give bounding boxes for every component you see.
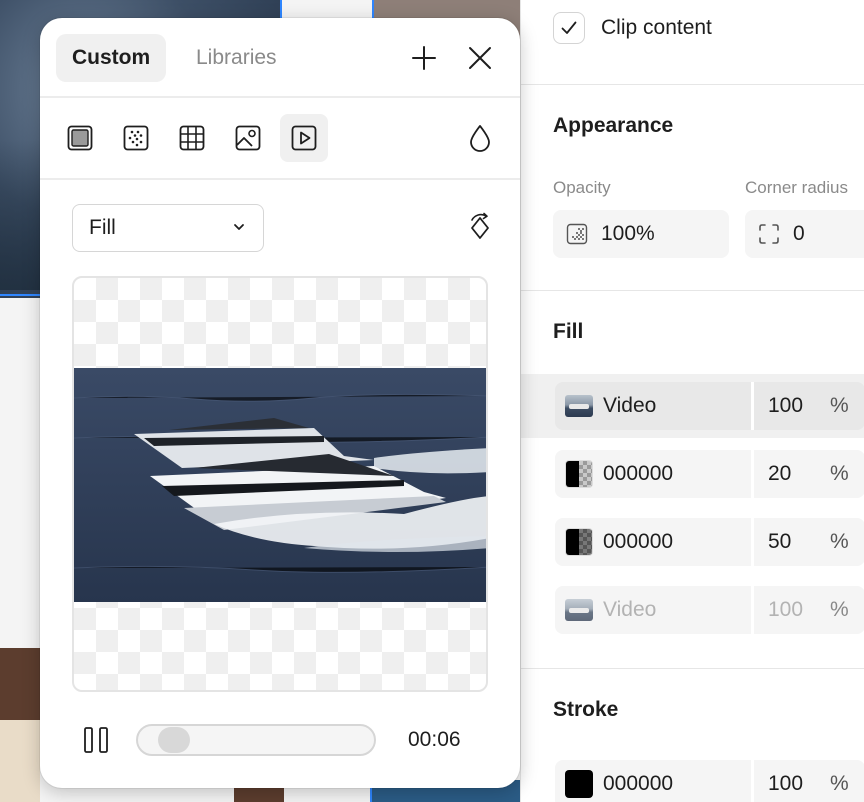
drop-icon xyxy=(470,125,490,152)
fill-row-main[interactable]: Video xyxy=(555,586,751,634)
appearance-section-title: Appearance xyxy=(553,114,674,137)
clip-content-label: Clip content xyxy=(601,16,712,39)
video-frame xyxy=(74,368,486,602)
scale-mode-select[interactable]: Fill xyxy=(72,204,264,252)
solid-fill-button[interactable] xyxy=(56,114,104,162)
percent-symbol: % xyxy=(830,394,849,417)
playback-controls: 00:06 xyxy=(40,708,520,772)
divider xyxy=(40,178,520,180)
opacity-label: Opacity xyxy=(553,178,611,197)
fill-row-main[interactable]: Video xyxy=(555,382,751,430)
close-button[interactable] xyxy=(460,38,500,78)
add-style-button[interactable] xyxy=(404,38,444,78)
scale-mode-value: Fill xyxy=(89,216,116,239)
close-icon xyxy=(469,47,491,69)
chevron-down-icon xyxy=(234,224,244,230)
stroke-section-title: Stroke xyxy=(553,698,619,721)
color-swatch-icon[interactable] xyxy=(565,770,593,798)
divider xyxy=(40,96,520,98)
fill-picker-popover: Custom Libraries Fill 00:06 xyxy=(40,18,520,788)
checkmark-icon xyxy=(561,21,577,34)
clip-content-row: Clip content xyxy=(553,12,712,44)
clip-content-checkbox[interactable] xyxy=(553,12,585,44)
video-fill-icon xyxy=(291,125,317,151)
pattern-fill-button[interactable] xyxy=(168,114,216,162)
opacity-icon xyxy=(566,223,588,245)
fill-opacity-value: 20 xyxy=(768,462,792,485)
pattern-fill-icon xyxy=(179,125,205,151)
fill-opacity-field[interactable]: 100 % xyxy=(754,382,864,430)
divider xyxy=(521,84,864,85)
fill-row-main[interactable]: 000000 xyxy=(555,450,751,498)
percent-symbol: % xyxy=(830,598,849,621)
solid-fill-icon xyxy=(67,125,93,151)
fill-opacity-field[interactable]: 100 % xyxy=(754,586,864,634)
scrubber-thumb[interactable] xyxy=(158,727,190,753)
opacity-field[interactable]: 100% xyxy=(553,210,729,258)
fill-row-name: 000000 xyxy=(603,462,674,485)
selection-outline xyxy=(372,0,374,20)
tab-libraries[interactable]: Libraries xyxy=(180,34,293,82)
stroke-color-value: 000000 xyxy=(603,772,674,795)
rotate-icon xyxy=(471,212,489,239)
stroke-opacity-value: 100 xyxy=(768,772,804,795)
corner-radius-value: 0 xyxy=(793,222,805,245)
fill-section-title: Fill xyxy=(553,320,584,343)
popover-header: Custom Libraries xyxy=(40,18,520,98)
properties-panel: Clip content Appearance Opacity Corner r… xyxy=(520,0,864,802)
pause-icon xyxy=(84,727,108,753)
video-scrubber[interactable] xyxy=(136,724,376,756)
fill-opacity-value: 100 xyxy=(768,598,804,621)
color-swatch-icon[interactable] xyxy=(565,528,593,556)
pause-button[interactable] xyxy=(76,720,116,760)
playback-time: 00:06 xyxy=(408,728,461,751)
corner-radius-field[interactable]: 0 xyxy=(745,210,864,258)
corner-radius-label: Corner radius xyxy=(745,178,848,197)
color-swatch-icon[interactable] xyxy=(565,460,593,488)
percent-symbol: % xyxy=(830,462,849,485)
plus-icon xyxy=(412,46,436,70)
fill-row-video-hidden[interactable]: Video 100 % xyxy=(555,586,864,634)
selection-outline xyxy=(0,294,40,296)
fill-row-color[interactable]: 000000 50 % xyxy=(555,518,864,566)
tab-custom[interactable]: Custom xyxy=(56,34,167,82)
stroke-row[interactable]: 000000 100 % xyxy=(555,760,864,802)
fill-opacity-value: 100 xyxy=(768,394,804,417)
video-thumbnail-icon[interactable] xyxy=(565,395,593,417)
fill-opacity-field[interactable]: 20 % xyxy=(754,450,864,498)
divider xyxy=(521,668,864,669)
fill-row-main[interactable]: 000000 xyxy=(555,518,751,566)
selection-outline xyxy=(280,0,282,20)
fill-opacity-field[interactable]: 50 % xyxy=(754,518,864,566)
fill-row-video[interactable]: Video 100 % xyxy=(555,382,864,430)
image-fill-icon xyxy=(235,125,261,151)
fill-row-name: Video xyxy=(603,598,657,621)
opacity-value: 100% xyxy=(601,222,655,245)
canvas-image-bottom-left xyxy=(0,648,40,802)
fill-row-name: 000000 xyxy=(603,530,674,553)
fill-row-name: Video xyxy=(603,394,657,417)
corner-radius-icon xyxy=(759,224,779,244)
video-fill-button[interactable] xyxy=(280,114,328,162)
image-fill-button[interactable] xyxy=(224,114,272,162)
blend-mode-button[interactable] xyxy=(456,114,504,162)
video-thumbnail-icon[interactable] xyxy=(565,599,593,621)
gradient-fill-button[interactable] xyxy=(112,114,160,162)
gradient-fill-icon xyxy=(123,125,149,151)
fill-opacity-value: 50 xyxy=(768,530,792,553)
stroke-opacity-field[interactable]: 100 % xyxy=(754,760,864,802)
stroke-row-main[interactable]: 000000 xyxy=(555,760,751,802)
rotate-button[interactable] xyxy=(460,208,500,248)
divider xyxy=(521,290,864,291)
video-preview[interactable] xyxy=(72,276,488,692)
percent-symbol: % xyxy=(830,530,849,553)
percent-symbol: % xyxy=(830,772,849,795)
fill-row-color[interactable]: 000000 20 % xyxy=(555,450,864,498)
